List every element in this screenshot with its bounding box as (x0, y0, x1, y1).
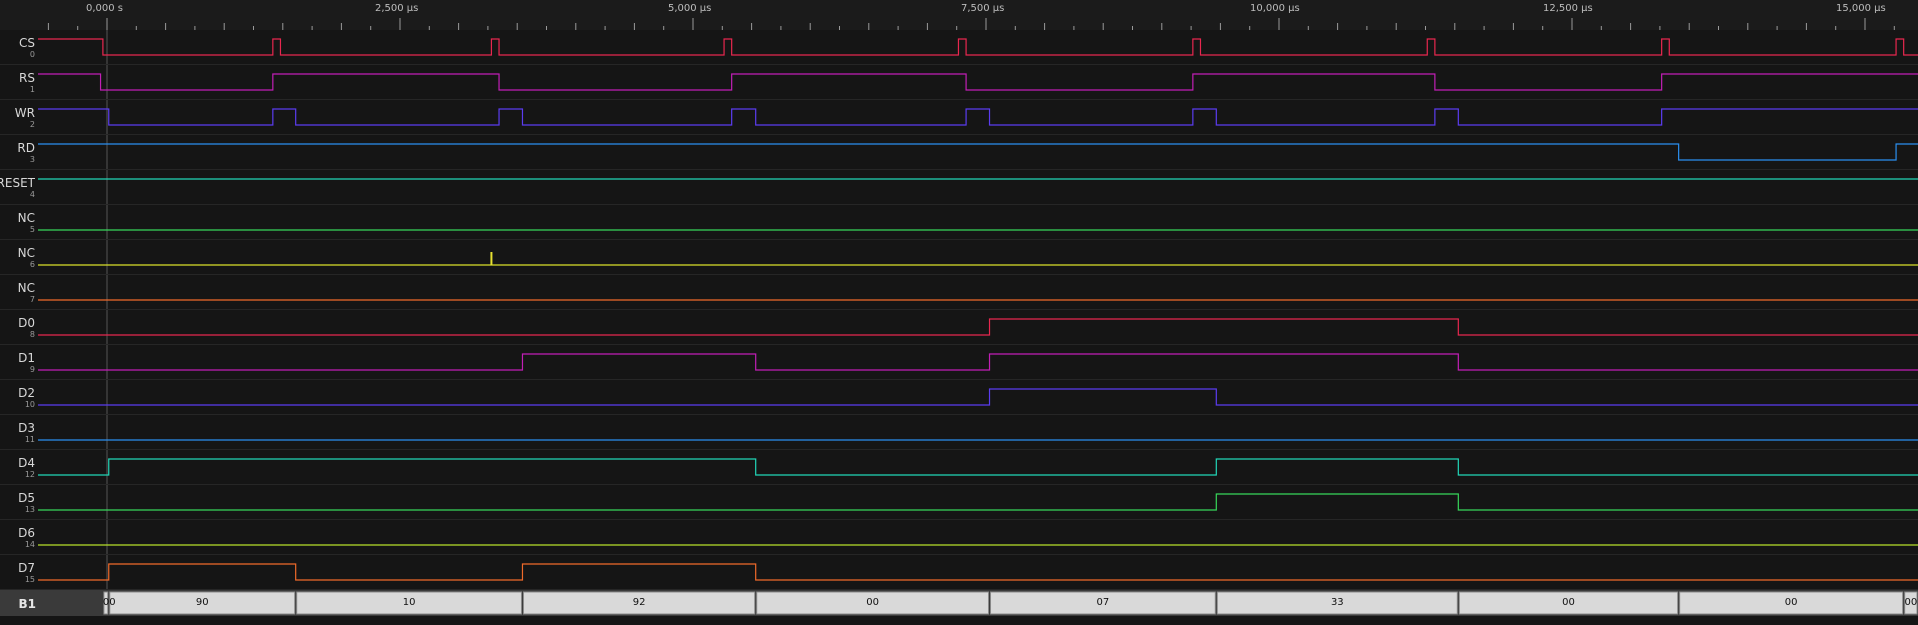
channel-label-d6[interactable]: D6 14 (0, 520, 36, 555)
trace-d0-8 (38, 318, 1918, 336)
channel-label-d1[interactable]: D1 9 (0, 345, 36, 380)
trace-rd-3 (38, 143, 1918, 161)
trace-cs-0 (38, 38, 1918, 56)
channel-label-d5[interactable]: D5 13 (0, 485, 36, 520)
channel-label-nc7[interactable]: NC 7 (0, 275, 36, 310)
trace-rs-1 (38, 73, 1918, 91)
trace-d7-15 (38, 563, 1918, 581)
bus-value: 92 (632, 597, 646, 608)
trace-d1-9 (38, 353, 1918, 371)
bus-label-b1[interactable]: B1 (0, 597, 37, 611)
bus-value: 00 (1784, 597, 1798, 608)
trace-d5-13 (38, 493, 1918, 511)
channel-label-rd[interactable]: RD 3 (0, 135, 36, 170)
channel-label-nc6[interactable]: NC 6 (0, 240, 36, 275)
channel-label-rs[interactable]: RS 1 (0, 65, 36, 100)
waveform-area[interactable] (0, 0, 1918, 625)
channel-label-wr[interactable]: WR 2 (0, 100, 36, 135)
bus-value: 90 (195, 597, 209, 608)
channel-label-reset[interactable]: RESET 4 (0, 170, 36, 205)
channel-label-nc5[interactable]: NC 5 (0, 205, 36, 240)
bus-value: 07 (1096, 597, 1110, 608)
trace-d4-12 (38, 458, 1918, 476)
channel-label-d7[interactable]: D7 15 (0, 555, 36, 590)
trace-d2-10 (38, 388, 1918, 406)
channel-label-d3[interactable]: D3 11 (0, 415, 36, 450)
bus-value: 33 (1330, 597, 1344, 608)
bus-value: 00 (866, 597, 879, 608)
bus-value: 00 (1904, 597, 1918, 608)
channel-label-d2[interactable]: D2 10 (0, 380, 36, 415)
channel-label-d0[interactable]: D0 8 (0, 310, 36, 345)
channel-label-cs[interactable]: CS 0 (0, 30, 36, 65)
bus-value: 00 (1562, 597, 1575, 608)
channel-label-d4[interactable]: D4 12 (0, 450, 36, 485)
trace-wr-2 (38, 108, 1918, 126)
bus-value: 10 (402, 597, 416, 608)
